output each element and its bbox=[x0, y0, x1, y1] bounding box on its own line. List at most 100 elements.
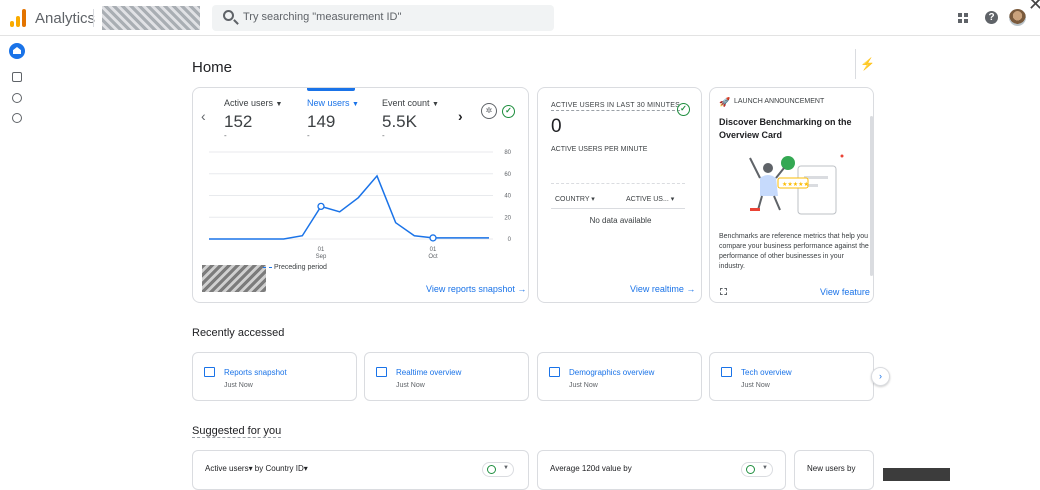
metric-label: Event count bbox=[382, 98, 430, 108]
suggested-card[interactable]: New users by bbox=[794, 450, 874, 490]
chevron-right-icon[interactable]: › bbox=[458, 108, 463, 124]
report-icon bbox=[204, 367, 215, 377]
search-input[interactable]: Try searching "measurement ID" bbox=[212, 5, 554, 31]
benchmark-illustration: ★★★★★ bbox=[749, 154, 844, 215]
y-tick-label: 80 bbox=[504, 150, 511, 156]
recent-item-title: Tech overview bbox=[741, 368, 792, 377]
check-circle-icon bbox=[746, 465, 755, 474]
report-icon bbox=[549, 367, 560, 377]
advertising-icon[interactable] bbox=[12, 113, 22, 123]
announcement-card: 🚀 LAUNCH ANNOUNCEMENT Discover Benchmark… bbox=[709, 87, 874, 303]
reports-snapshot-card: ‹ Active users ▼ 152 - New users ▼ 149 -… bbox=[192, 87, 529, 303]
metric-delta: - bbox=[224, 131, 227, 140]
report-icon bbox=[376, 367, 387, 377]
recent-item-time: Just Now bbox=[569, 382, 598, 389]
view-feature-link[interactable]: View feature bbox=[820, 287, 870, 297]
page-title: Home bbox=[192, 59, 233, 76]
view-reports-snapshot-link[interactable]: View reports snapshot → bbox=[426, 284, 526, 294]
y-tick-label: 60 bbox=[504, 172, 511, 178]
y-tick-label: 40 bbox=[504, 194, 511, 200]
realtime-value: 0 bbox=[551, 116, 562, 137]
suggested-heading: Suggested for you bbox=[192, 425, 282, 438]
apps-grid-icon[interactable] bbox=[958, 13, 968, 23]
recent-item-realtime-overview[interactable]: Realtime overview Just Now bbox=[364, 352, 529, 401]
metric-label: Active users bbox=[224, 98, 274, 108]
realtime-subtitle: ACTIVE USERS PER MINUTE bbox=[551, 146, 648, 153]
announcement-title: Discover Benchmarking on the Overview Ca… bbox=[719, 117, 852, 140]
divider bbox=[93, 9, 94, 27]
legend-current-period bbox=[202, 265, 266, 292]
home-icon[interactable] bbox=[9, 43, 25, 59]
realtime-title: ACTIVE USERS IN LAST 30 MINUTES bbox=[551, 102, 680, 111]
redacted-overlay bbox=[883, 468, 950, 481]
x-tick-label: Oct bbox=[428, 254, 438, 260]
app-title: Analytics bbox=[35, 10, 96, 27]
series-line bbox=[209, 174, 489, 240]
divider bbox=[551, 183, 685, 184]
realtime-card: ACTIVE USERS IN LAST 30 MINUTES ✓ 0 ACTI… bbox=[537, 87, 702, 303]
insights-icon[interactable]: ⚡ bbox=[855, 49, 879, 79]
suggested-card-title: Active users▾ by Country ID▾ bbox=[205, 464, 308, 473]
view-realtime-link[interactable]: View realtime → bbox=[630, 284, 695, 294]
recent-item-time: Just Now bbox=[741, 382, 770, 389]
x-tick-label: 01 bbox=[430, 247, 437, 253]
metric-event-count[interactable]: Event count ▼ 5.5K - bbox=[382, 98, 457, 140]
data-point[interactable] bbox=[317, 202, 325, 211]
check-circle-icon bbox=[487, 465, 496, 474]
recent-item-demographics-overview[interactable]: Demographics overview Just Now bbox=[537, 352, 702, 401]
metric-value: 149 bbox=[307, 112, 336, 131]
recent-item-reports-snapshot[interactable]: Reports snapshot Just Now bbox=[192, 352, 357, 401]
check-circle-icon[interactable]: ✓ bbox=[677, 103, 690, 116]
recent-item-title: Demographics overview bbox=[569, 368, 655, 377]
x-tick-label: Sep bbox=[316, 254, 327, 260]
card-options-button[interactable]: ▼ bbox=[482, 462, 514, 477]
avatar[interactable] bbox=[1009, 9, 1026, 26]
search-placeholder: Try searching "measurement ID" bbox=[243, 11, 402, 23]
recent-item-time: Just Now bbox=[224, 382, 253, 389]
recently-accessed-heading: Recently accessed bbox=[192, 327, 285, 339]
analytics-logo-icon[interactable] bbox=[10, 9, 26, 27]
x-tick-label: 01 bbox=[318, 247, 325, 253]
announcement-kicker: LAUNCH ANNOUNCEMENT bbox=[734, 98, 825, 105]
reports-icon[interactable] bbox=[12, 72, 22, 82]
metric-label: New users bbox=[307, 98, 350, 108]
svg-text:★★★★★: ★★★★★ bbox=[782, 181, 809, 188]
metric-new-users[interactable]: New users ▼ 149 - bbox=[307, 88, 382, 140]
no-data-message: No data available bbox=[589, 216, 652, 225]
column-active-users[interactable]: ACTIVE US... ▾ bbox=[626, 195, 674, 203]
recent-item-tech-overview[interactable]: Tech overview Just Now bbox=[709, 352, 874, 401]
help-icon[interactable]: ? bbox=[985, 11, 998, 24]
divider bbox=[551, 208, 685, 209]
legend-label: Preceding period bbox=[274, 264, 327, 271]
search-icon bbox=[223, 10, 234, 21]
recent-item-title: Realtime overview bbox=[396, 368, 462, 377]
suggested-card[interactable]: Active users▾ by Country ID▾ ▼ bbox=[192, 450, 529, 490]
line-chart: 80604020001Sep01Oct bbox=[209, 150, 512, 260]
suggested-card-title: New users by bbox=[807, 464, 856, 473]
column-country[interactable]: COUNTRY ▾ bbox=[555, 195, 595, 203]
chevron-down-icon: ▼ bbox=[503, 465, 509, 471]
metric-active-users[interactable]: Active users ▼ 152 - bbox=[224, 98, 299, 140]
suggested-card-title: Average 120d value by bbox=[550, 464, 632, 473]
suggested-card[interactable]: Average 120d value by ▼ bbox=[537, 450, 786, 490]
chevron-left-icon[interactable]: ‹ bbox=[201, 108, 206, 124]
check-circle-icon[interactable]: ✓ bbox=[502, 105, 515, 118]
report-icon bbox=[721, 367, 732, 377]
anomaly-icon[interactable]: ✲ bbox=[481, 103, 497, 119]
metric-delta: - bbox=[382, 131, 385, 140]
y-tick-label: 0 bbox=[508, 237, 512, 243]
account-picker[interactable] bbox=[102, 6, 200, 30]
announcement-body: Benchmarks are reference metrics that he… bbox=[719, 233, 869, 270]
explore-icon[interactable] bbox=[12, 93, 22, 103]
nav-rail bbox=[0, 36, 25, 481]
recent-item-time: Just Now bbox=[396, 382, 425, 389]
close-icon[interactable]: ✕ bbox=[1028, 0, 1040, 15]
scrollbar[interactable] bbox=[870, 116, 873, 276]
metric-value: 152 bbox=[224, 112, 253, 131]
data-point[interactable] bbox=[429, 234, 437, 242]
card-options-button[interactable]: ▼ bbox=[741, 462, 773, 477]
legend-preceding-period: Preceding period bbox=[263, 264, 327, 271]
top-bar: Analytics Try searching "measurement ID"… bbox=[0, 0, 1040, 36]
chevron-right-icon[interactable]: › bbox=[871, 367, 890, 386]
expand-icon[interactable] bbox=[720, 288, 727, 295]
